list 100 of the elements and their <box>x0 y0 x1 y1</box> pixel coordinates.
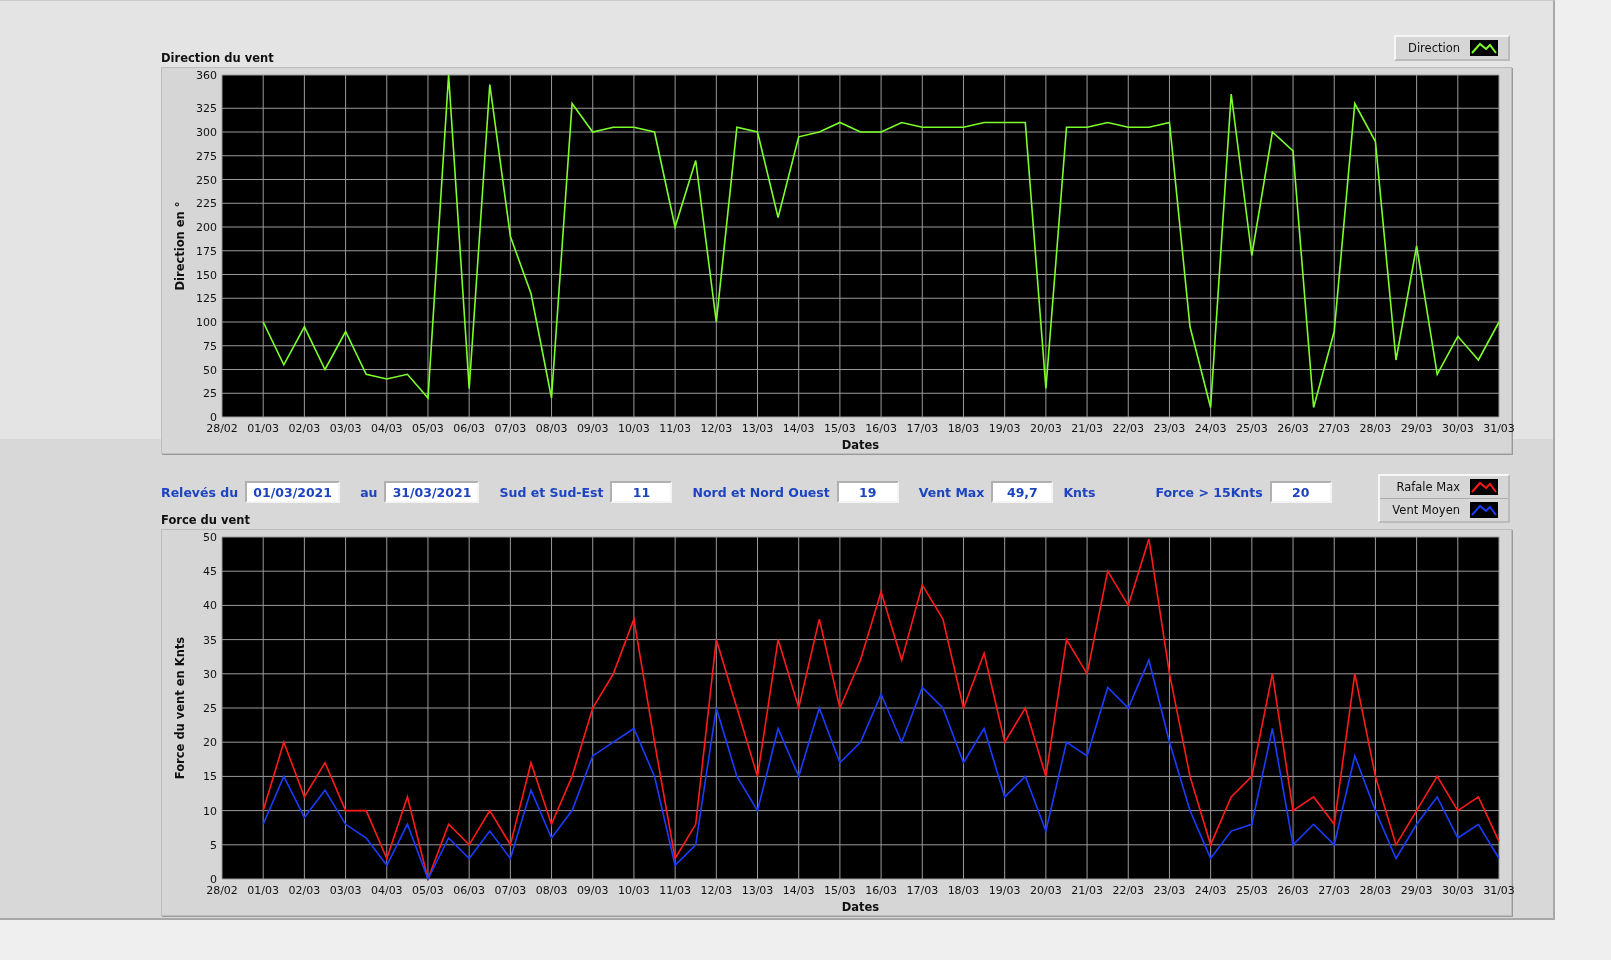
y-tick-label: 10 <box>203 804 217 818</box>
x-tick-label: 04/03 <box>370 422 403 435</box>
x-tick-label: 20/03 <box>1030 422 1062 435</box>
x-tick-label: 13/03 <box>741 884 774 897</box>
x-tick-label: 28/02 <box>206 884 238 897</box>
x-tick-label: 28/03 <box>1359 422 1392 435</box>
y-tick-label: 20 <box>203 736 217 750</box>
x-tick-label: 17/03 <box>906 884 939 897</box>
value-field[interactable]: 01/03/2021 <box>245 481 341 503</box>
x-tick-label: 26/03 <box>1277 422 1309 435</box>
y-tick-label: 275 <box>196 149 217 163</box>
x-tick-label: 05/03 <box>412 884 444 897</box>
x-tick-label: 22/03 <box>1112 884 1145 897</box>
x-tick-label: 06/03 <box>453 422 485 435</box>
x-tick-label: 10/03 <box>618 422 650 435</box>
y-tick-label: 25 <box>203 702 217 715</box>
x-tick-label: 04/03 <box>370 884 403 897</box>
x-tick-label: 03/03 <box>329 884 362 897</box>
x-tick-label: 22/03 <box>1112 422 1145 435</box>
y-tick-label: 50 <box>203 363 217 377</box>
y-tick-label: 125 <box>196 292 217 306</box>
chart-title: Direction du vent <box>161 51 274 67</box>
x-tick-label: 12/03 <box>700 422 733 435</box>
x-tick-label: 15/03 <box>824 422 856 435</box>
value-field[interactable]: 49,7 <box>991 481 1054 503</box>
y-tick-label: 300 <box>196 126 217 139</box>
x-tick-label: 13/03 <box>741 422 774 435</box>
y-tick-label: 360 <box>196 69 217 82</box>
x-tick-label: 25/03 <box>1236 884 1268 897</box>
x-tick-label: 14/03 <box>782 422 815 435</box>
y-tick-label: 5 <box>210 838 217 852</box>
legend-label: Vent Moyen <box>1392 503 1460 517</box>
value-field[interactable]: 19 <box>836 481 899 503</box>
x-tick-label: 24/03 <box>1194 884 1227 897</box>
unit-label: Knts <box>1063 484 1096 500</box>
x-tick-label: 29/03 <box>1400 884 1433 897</box>
x-axis-title: Dates <box>841 900 880 914</box>
legend-label: Rafale Max <box>1396 480 1460 494</box>
x-tick-label: 02/03 <box>288 884 321 897</box>
x-tick-label: 12/03 <box>700 884 733 897</box>
x-tick-label: 06/03 <box>453 884 485 897</box>
y-tick-label: 30 <box>203 667 217 681</box>
x-tick-label: 16/03 <box>865 884 897 897</box>
x-tick-label: 25/03 <box>1236 422 1268 435</box>
x-tick-label: 18/03 <box>947 884 980 897</box>
y-tick-label: 225 <box>196 197 217 211</box>
x-tick-label: 23/03 <box>1153 884 1186 897</box>
x-tick-label: 09/03 <box>576 422 609 435</box>
x-tick-label: 23/03 <box>1153 422 1186 435</box>
x-tick-label: 27/03 <box>1318 884 1351 897</box>
y-tick-label: 325 <box>196 102 217 116</box>
x-tick-label: 21/03 <box>1071 422 1103 435</box>
x-tick-label: 11/03 <box>659 422 691 435</box>
y-axis-title: Force du vent en Knts <box>173 636 187 780</box>
y-tick-label: 0 <box>210 411 217 424</box>
x-tick-label: 10/03 <box>618 884 650 897</box>
y-tick-label: 100 <box>196 316 217 329</box>
value-field[interactable]: 11 <box>610 481 673 503</box>
x-tick-label: 11/03 <box>659 884 691 897</box>
y-tick-label: 75 <box>203 339 217 353</box>
y-tick-label: 40 <box>203 599 217 613</box>
x-tick-label: 15/03 <box>824 884 856 897</box>
x-tick-label: 26/03 <box>1277 884 1309 897</box>
x-tick-label: 05/03 <box>412 422 444 435</box>
x-tick-label: 30/03 <box>1441 422 1474 435</box>
x-tick-label: 31/03 <box>1483 422 1515 435</box>
x-tick-label: 09/03 <box>576 884 609 897</box>
x-axis-title: Dates <box>841 438 880 452</box>
legend-label: Direction <box>1408 41 1460 55</box>
x-tick-label: 19/03 <box>988 422 1021 435</box>
x-tick-label: 17/03 <box>906 422 939 435</box>
x-tick-label: 08/03 <box>535 422 568 435</box>
y-tick-label: 25 <box>203 387 217 401</box>
y-tick-label: 0 <box>210 873 217 886</box>
x-tick-label: 30/03 <box>1441 884 1474 897</box>
y-tick-label: 200 <box>196 221 217 234</box>
x-tick-label: 21/03 <box>1071 884 1103 897</box>
x-tick-label: 18/03 <box>947 422 980 435</box>
value-field[interactable]: 31/03/2021 <box>384 481 480 503</box>
filter-label: Vent Max <box>918 484 985 500</box>
y-axis-title: Direction en ° <box>173 201 187 291</box>
x-tick-label: 16/03 <box>865 422 897 435</box>
x-tick-label: 28/02 <box>206 422 238 435</box>
x-tick-label: 24/03 <box>1194 422 1227 435</box>
y-tick-label: 50 <box>203 531 217 544</box>
x-tick-label: 07/03 <box>494 884 527 897</box>
filter-label: Force > 15Knts <box>1155 484 1263 500</box>
y-tick-label: 45 <box>203 565 217 579</box>
value-field[interactable]: 20 <box>1269 481 1332 503</box>
x-tick-label: 03/03 <box>329 422 362 435</box>
filter-label: Sud et Sud-Est <box>499 484 604 500</box>
x-tick-label: 01/03 <box>247 884 280 897</box>
x-tick-label: 08/03 <box>535 884 568 897</box>
y-tick-label: 35 <box>203 633 217 647</box>
x-tick-label: 29/03 <box>1400 422 1433 435</box>
x-tick-label: 14/03 <box>782 884 815 897</box>
y-tick-label: 15 <box>203 770 217 784</box>
filter-label: Relevés du <box>161 484 239 500</box>
x-tick-label: 19/03 <box>988 884 1021 897</box>
filter-label: Nord et Nord Ouest <box>692 484 830 500</box>
